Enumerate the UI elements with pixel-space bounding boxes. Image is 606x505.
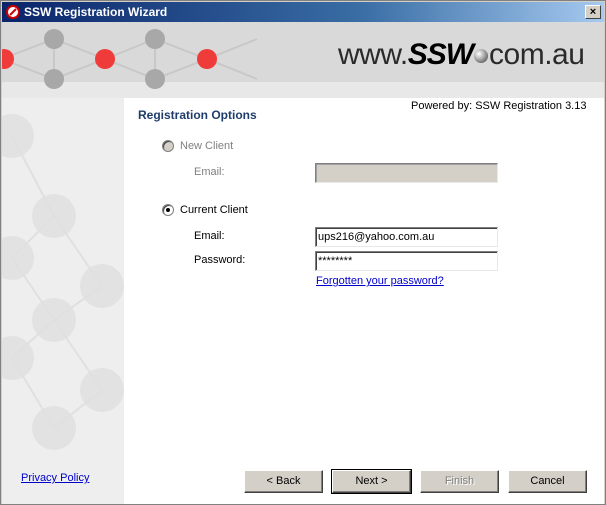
back-button[interactable]: < Back — [244, 470, 323, 493]
cancel-button[interactable]: Cancel — [508, 470, 587, 493]
molecule-graphic — [2, 29, 258, 89]
logo-prefix: www. — [338, 38, 408, 71]
title-bar[interactable]: SSW Registration Wizard × — [2, 2, 604, 22]
powered-by-label: Powered by: SSW Registration 3.13 — [411, 100, 587, 112]
close-icon: × — [589, 6, 597, 18]
password-field[interactable]: ******** — [315, 251, 498, 271]
current-client-email-field[interactable]: ups216@yahoo.com.au — [315, 227, 498, 247]
radio-selected-dot — [166, 208, 170, 212]
logo-globe-icon — [474, 49, 489, 64]
section-title: Registration Options — [138, 108, 257, 122]
app-icon — [6, 5, 20, 19]
close-button[interactable]: × — [585, 5, 601, 19]
current-client-label: Current Client — [180, 204, 248, 216]
finish-button[interactable]: Finish — [420, 470, 499, 493]
header-banner: www.SSW com.au — [2, 22, 604, 98]
privacy-policy-link[interactable]: Privacy Policy — [21, 472, 89, 484]
side-panel — [2, 98, 124, 504]
current-client-radio[interactable] — [162, 204, 174, 216]
ssw-logo: www.SSW com.au — [338, 38, 585, 72]
current-client-email-label: Email: — [194, 230, 225, 242]
new-client-label: New Client — [180, 140, 234, 152]
logo-brand: SSW — [407, 38, 474, 71]
new-client-email-label: Email: — [194, 166, 225, 178]
new-client-radio[interactable] — [162, 140, 174, 152]
wizard-window: SSW Registration Wizard × www.SSW com.au — [0, 0, 606, 505]
content-panel: Powered by: SSW Registration 3.13 Regist… — [124, 98, 604, 504]
window-title: SSW Registration Wizard — [24, 5, 168, 19]
side-decoration — [2, 114, 124, 450]
new-client-email-field[interactable] — [315, 163, 498, 183]
logo-suffix: com.au — [489, 38, 585, 71]
forgot-password-link[interactable]: Forgotten your password? — [316, 275, 444, 287]
next-button[interactable]: Next > — [331, 469, 412, 494]
password-label: Password: — [194, 254, 246, 266]
